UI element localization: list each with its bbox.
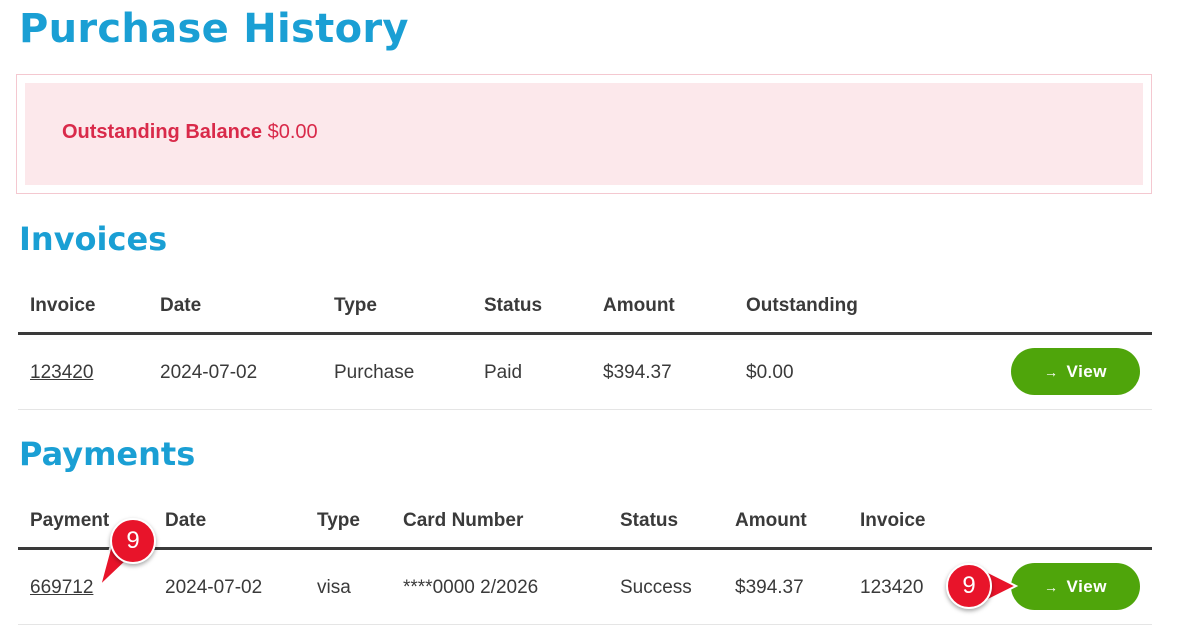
view-payment-button[interactable]: → View	[1011, 563, 1140, 610]
arrow-right-icon: →	[1044, 578, 1059, 595]
invoice-status: Paid	[484, 362, 523, 383]
view-button-label: View	[1066, 361, 1107, 381]
view-button-label: View	[1066, 576, 1107, 596]
column-header-invoice: Invoice	[860, 510, 926, 531]
column-header-amount: Amount	[735, 510, 807, 531]
payment-invoice: 123420	[860, 577, 924, 598]
column-header-amount: Amount	[603, 295, 675, 316]
balance-label: Outstanding Balance	[62, 121, 263, 143]
page-title: Purchase History	[19, 6, 409, 52]
outstanding-balance-alert: Outstanding Balance $0.00	[16, 74, 1152, 194]
callout-badge: 9	[946, 563, 992, 609]
invoice-date: 2024-07-02	[160, 362, 258, 383]
invoices-heading: Invoices	[19, 220, 168, 258]
invoice-number-link[interactable]: 123420	[30, 362, 93, 384]
column-header-date: Date	[160, 295, 202, 316]
table-row: 123420 2024-07-02 Purchase Paid $394.37 …	[18, 335, 1152, 410]
column-header-type: Type	[334, 295, 377, 316]
payment-card-number: ****0000 2/2026	[403, 577, 539, 598]
column-header-status: Status	[484, 295, 543, 316]
payment-number-link[interactable]: 669712	[30, 577, 93, 599]
column-header-card-number: Card Number	[403, 510, 524, 531]
arrow-right-icon: →	[1044, 363, 1059, 380]
payments-table-header: Payment Date Type Card Number Status Amo…	[18, 495, 1152, 550]
payment-type: visa	[317, 577, 351, 598]
invoices-table-header: Invoice Date Type Status Amount Outstand…	[18, 280, 1152, 335]
payment-status: Success	[620, 577, 692, 598]
alert-background: Outstanding Balance $0.00	[25, 83, 1143, 185]
column-header-type: Type	[317, 510, 360, 531]
balance-value: $0.00	[267, 121, 318, 143]
callout-badge: 9	[110, 518, 156, 564]
balance-text: Outstanding Balance $0.00	[62, 121, 318, 144]
view-invoice-button[interactable]: → View	[1011, 348, 1140, 395]
column-header-date: Date	[165, 510, 207, 531]
invoice-outstanding: $0.00	[746, 362, 794, 383]
column-header-status: Status	[620, 510, 679, 531]
payment-amount: $394.37	[735, 577, 804, 598]
column-header-invoice: Invoice	[30, 295, 96, 316]
invoices-table: Invoice Date Type Status Amount Outstand…	[18, 280, 1152, 410]
payments-heading: Payments	[19, 435, 196, 473]
purchase-history-page: Purchase History Outstanding Balance $0.…	[0, 0, 1186, 634]
column-header-outstanding: Outstanding	[746, 295, 858, 316]
invoice-type: Purchase	[334, 362, 415, 383]
payment-date: 2024-07-02	[165, 577, 263, 598]
invoice-amount: $394.37	[603, 362, 672, 383]
